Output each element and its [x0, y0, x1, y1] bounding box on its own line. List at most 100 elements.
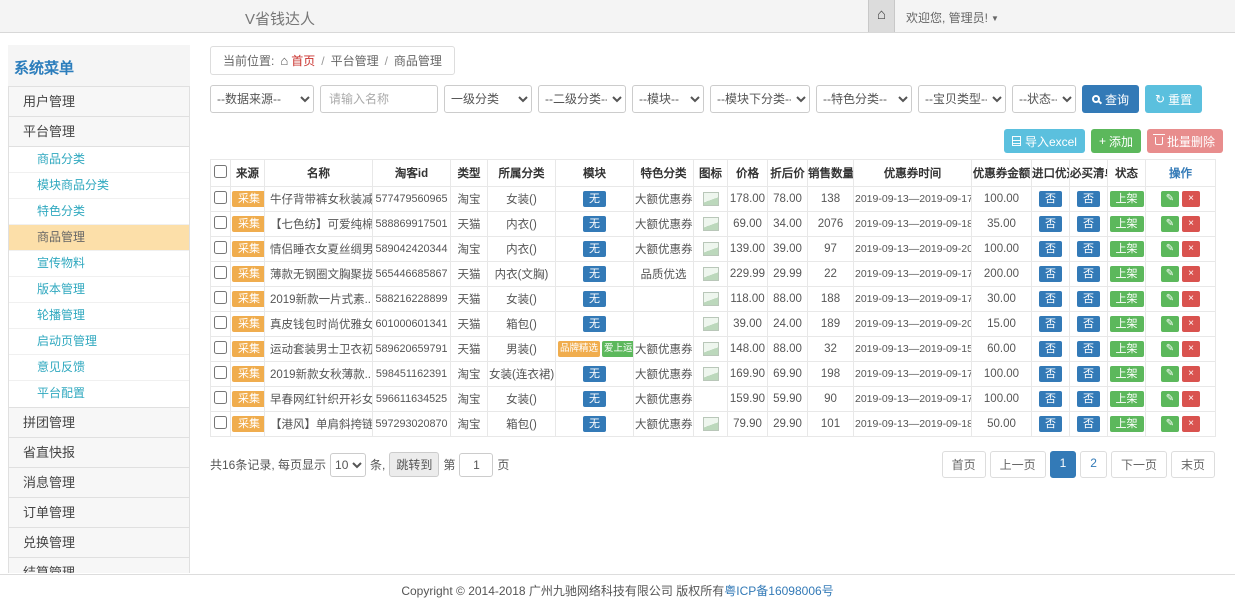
page-button-0[interactable]: 首页	[942, 451, 986, 478]
delete-icon[interactable]: ×	[1182, 366, 1200, 382]
sidebar-item-1[interactable]: 平台管理	[8, 116, 190, 147]
import-toggle-badge[interactable]: 否	[1039, 266, 1062, 282]
sidebar-subitem-2[interactable]: 特色分类	[9, 199, 189, 225]
icp-link[interactable]: 粤ICP备16098006号	[724, 584, 833, 598]
row-checkbox[interactable]	[214, 391, 227, 404]
import-excel-button[interactable]: 导入excel	[1004, 129, 1085, 153]
reset-button[interactable]: ↻重置	[1145, 85, 1202, 113]
sidebar-subitem-5[interactable]: 版本管理	[9, 277, 189, 303]
status-badge[interactable]: 上架	[1110, 291, 1144, 307]
status-badge[interactable]: 上架	[1110, 341, 1144, 357]
mustbuy-toggle-badge[interactable]: 否	[1077, 341, 1100, 357]
row-checkbox[interactable]	[214, 266, 227, 279]
delete-icon[interactable]: ×	[1182, 191, 1200, 207]
mustbuy-toggle-badge[interactable]: 否	[1077, 216, 1100, 232]
edit-icon[interactable]: ✎	[1161, 416, 1179, 432]
status-badge[interactable]: 上架	[1110, 241, 1144, 257]
filter-select-6[interactable]: --特色分类--	[816, 85, 912, 113]
filter-select-0[interactable]: --数据来源--	[210, 85, 314, 113]
filter-select-7[interactable]: --宝贝类型--	[918, 85, 1006, 113]
import-toggle-badge[interactable]: 否	[1039, 416, 1062, 432]
edit-icon[interactable]: ✎	[1161, 391, 1179, 407]
batch-delete-button[interactable]: 批量删除	[1147, 129, 1223, 153]
filter-select-3[interactable]: --二级分类--	[538, 85, 626, 113]
import-toggle-badge[interactable]: 否	[1039, 341, 1062, 357]
status-badge[interactable]: 上架	[1110, 366, 1144, 382]
user-menu[interactable]: 欢迎您, 管理员!▼	[906, 9, 999, 26]
sidebar-subitem-4[interactable]: 宣传物料	[9, 251, 189, 277]
delete-icon[interactable]: ×	[1182, 316, 1200, 332]
page-button-5[interactable]: 末页	[1171, 451, 1215, 478]
row-checkbox[interactable]	[214, 366, 227, 379]
edit-icon[interactable]: ✎	[1161, 341, 1179, 357]
sidebar-subitem-9[interactable]: 平台配置	[9, 381, 189, 407]
sidebar-subitem-0[interactable]: 商品分类	[9, 147, 189, 173]
import-toggle-badge[interactable]: 否	[1039, 316, 1062, 332]
mustbuy-toggle-badge[interactable]: 否	[1077, 241, 1100, 257]
mustbuy-toggle-badge[interactable]: 否	[1077, 266, 1100, 282]
page-button-3[interactable]: 2	[1080, 451, 1107, 478]
filter-select-8[interactable]: --状态--	[1012, 85, 1076, 113]
status-badge[interactable]: 上架	[1110, 266, 1144, 282]
sidebar-item-4[interactable]: 消息管理	[8, 467, 190, 498]
row-checkbox[interactable]	[214, 216, 227, 229]
sidebar-subitem-6[interactable]: 轮播管理	[9, 303, 189, 329]
sidebar-subitem-3[interactable]: 商品管理	[9, 225, 189, 251]
search-name-input[interactable]	[320, 85, 438, 113]
mustbuy-toggle-badge[interactable]: 否	[1077, 391, 1100, 407]
breadcrumb-home-link[interactable]: 首页	[291, 54, 315, 68]
sidebar-item-3[interactable]: 省直快报	[8, 437, 190, 468]
status-badge[interactable]: 上架	[1110, 191, 1144, 207]
search-button[interactable]: 查询	[1082, 85, 1139, 113]
row-checkbox[interactable]	[214, 291, 227, 304]
mustbuy-toggle-badge[interactable]: 否	[1077, 291, 1100, 307]
import-toggle-badge[interactable]: 否	[1039, 366, 1062, 382]
import-toggle-badge[interactable]: 否	[1039, 241, 1062, 257]
sidebar-item-2[interactable]: 拼团管理	[8, 407, 190, 438]
sidebar-item-5[interactable]: 订单管理	[8, 497, 190, 528]
sidebar-item-0[interactable]: 用户管理	[8, 86, 190, 117]
mustbuy-toggle-badge[interactable]: 否	[1077, 366, 1100, 382]
status-badge[interactable]: 上架	[1110, 416, 1144, 432]
delete-icon[interactable]: ×	[1182, 241, 1200, 257]
delete-icon[interactable]: ×	[1182, 216, 1200, 232]
import-toggle-badge[interactable]: 否	[1039, 191, 1062, 207]
edit-icon[interactable]: ✎	[1161, 316, 1179, 332]
filter-select-2[interactable]: 一级分类	[444, 85, 532, 113]
filter-select-4[interactable]: --模块--	[632, 85, 704, 113]
delete-icon[interactable]: ×	[1182, 266, 1200, 282]
import-toggle-badge[interactable]: 否	[1039, 291, 1062, 307]
edit-icon[interactable]: ✎	[1161, 241, 1179, 257]
row-checkbox[interactable]	[214, 191, 227, 204]
sidebar-item-6[interactable]: 兑换管理	[8, 527, 190, 558]
jump-button[interactable]: 跳转到	[389, 452, 439, 477]
delete-icon[interactable]: ×	[1182, 341, 1200, 357]
row-checkbox[interactable]	[214, 241, 227, 254]
delete-icon[interactable]: ×	[1182, 291, 1200, 307]
row-checkbox[interactable]	[214, 316, 227, 329]
sidebar-subitem-1[interactable]: 模块商品分类	[9, 173, 189, 199]
sidebar-item-7[interactable]: 结算管理	[8, 557, 190, 573]
status-badge[interactable]: 上架	[1110, 316, 1144, 332]
sidebar-subitem-8[interactable]: 意见反馈	[9, 355, 189, 381]
select-all-checkbox[interactable]	[214, 165, 227, 178]
delete-icon[interactable]: ×	[1182, 416, 1200, 432]
page-size-select[interactable]: 10	[330, 453, 366, 477]
edit-icon[interactable]: ✎	[1161, 291, 1179, 307]
mustbuy-toggle-badge[interactable]: 否	[1077, 191, 1100, 207]
edit-icon[interactable]: ✎	[1161, 191, 1179, 207]
row-checkbox[interactable]	[214, 416, 227, 429]
row-checkbox[interactable]	[214, 341, 227, 354]
import-toggle-badge[interactable]: 否	[1039, 216, 1062, 232]
import-toggle-badge[interactable]: 否	[1039, 391, 1062, 407]
edit-icon[interactable]: ✎	[1161, 266, 1179, 282]
mustbuy-toggle-badge[interactable]: 否	[1077, 316, 1100, 332]
edit-icon[interactable]: ✎	[1161, 216, 1179, 232]
delete-icon[interactable]: ×	[1182, 391, 1200, 407]
home-button[interactable]: ⌂	[868, 0, 895, 32]
add-button[interactable]: +添加	[1091, 129, 1141, 153]
page-button-2[interactable]: 1	[1050, 451, 1077, 478]
page-button-4[interactable]: 下一页	[1111, 451, 1167, 478]
page-button-1[interactable]: 上一页	[990, 451, 1046, 478]
filter-select-5[interactable]: --模块下分类--	[710, 85, 810, 113]
